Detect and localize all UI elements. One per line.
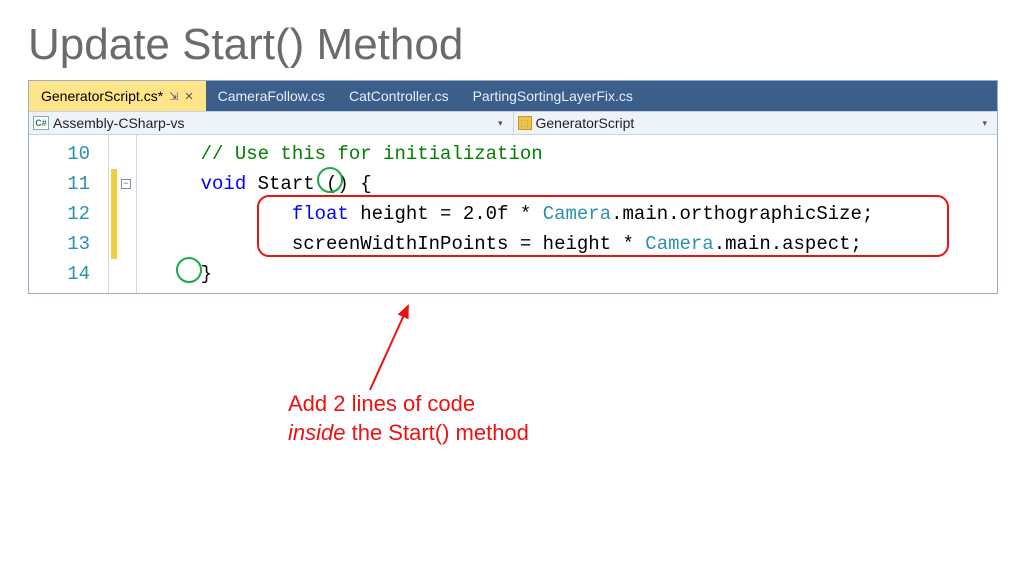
close-icon[interactable]: ✕ [184, 90, 193, 103]
tab-generatorscript[interactable]: GeneratorScript.cs* ⇲ ✕ [29, 81, 206, 111]
change-marker [111, 229, 117, 259]
code-token: // Use this for initialization [201, 143, 543, 165]
annotation-caption-line: Add 2 lines of code [288, 390, 529, 419]
code-token: } [201, 263, 212, 285]
change-marker [111, 199, 117, 229]
code-line: screenWidthInPoints = height * Camera.ma… [155, 229, 987, 259]
chevron-down-icon: ▾ [982, 118, 993, 129]
code-line: } [155, 259, 987, 289]
change-marker [111, 169, 117, 199]
context-project-dropdown[interactable]: C# Assembly-CSharp-vs ▾ [29, 112, 514, 134]
code-token: screenWidthInPoints = height * [292, 233, 645, 255]
annotation-arrow [310, 300, 430, 400]
pin-icon[interactable]: ⇲ [169, 90, 178, 103]
code-line: void Start () { [155, 169, 987, 199]
code-token: .main.aspect; [714, 233, 862, 255]
context-class-label: GeneratorScript [536, 115, 635, 131]
line-number: 10 [29, 139, 90, 169]
tab-label: CatController.cs [349, 88, 449, 104]
code-token: Start () [246, 173, 360, 195]
line-number: 14 [29, 259, 90, 289]
tab-label: CameraFollow.cs [218, 88, 325, 104]
code-content: // Use this for initialization void Star… [137, 135, 997, 293]
line-number-gutter: 10 11 12 13 14 [29, 135, 109, 293]
line-number: 11 [29, 169, 90, 199]
code-editor[interactable]: 10 11 12 13 14 − // Use this for initial… [29, 135, 997, 293]
annotation-caption: Add 2 lines of code inside the Start() m… [288, 390, 529, 447]
context-project-label: Assembly-CSharp-vs [53, 115, 184, 131]
fold-toggle[interactable]: − [121, 179, 131, 189]
marker-gutter: − [109, 135, 137, 293]
tab-label: PartingSortingLayerFix.cs [473, 88, 633, 104]
line-number: 12 [29, 199, 90, 229]
context-class-dropdown[interactable]: ⬚ GeneratorScript ▾ [514, 112, 998, 134]
code-token: float [292, 203, 349, 225]
tab-camerafollow[interactable]: CameraFollow.cs [206, 81, 337, 111]
context-bar: C# Assembly-CSharp-vs ▾ ⬚ GeneratorScrip… [29, 111, 997, 135]
code-token: Camera [645, 233, 713, 255]
annotation-italic: inside [288, 420, 345, 445]
code-token: void [201, 173, 247, 195]
tab-strip: GeneratorScript.cs* ⇲ ✕ CameraFollow.cs … [29, 81, 997, 111]
tab-partingsorting[interactable]: PartingSortingLayerFix.cs [461, 81, 645, 111]
annotation-plain: the Start() method [345, 420, 528, 445]
class-icon: ⬚ [518, 116, 532, 130]
code-token: .main.orthographicSize; [611, 203, 873, 225]
ide-frame: GeneratorScript.cs* ⇲ ✕ CameraFollow.cs … [28, 80, 998, 294]
annotation-caption-line: inside the Start() method [288, 419, 529, 448]
slide-title: Update Start() Method [28, 20, 996, 70]
chevron-down-icon: ▾ [498, 118, 509, 129]
code-token: height = 2.0f * [349, 203, 543, 225]
code-line: float height = 2.0f * Camera.main.orthog… [155, 199, 987, 229]
line-number: 13 [29, 229, 90, 259]
code-token: { [360, 173, 371, 195]
tab-catcontroller[interactable]: CatController.cs [337, 81, 461, 111]
code-line: // Use this for initialization [155, 139, 987, 169]
csharp-icon: C# [33, 116, 49, 130]
tab-label: GeneratorScript.cs* [41, 88, 163, 104]
code-token: Camera [543, 203, 611, 225]
